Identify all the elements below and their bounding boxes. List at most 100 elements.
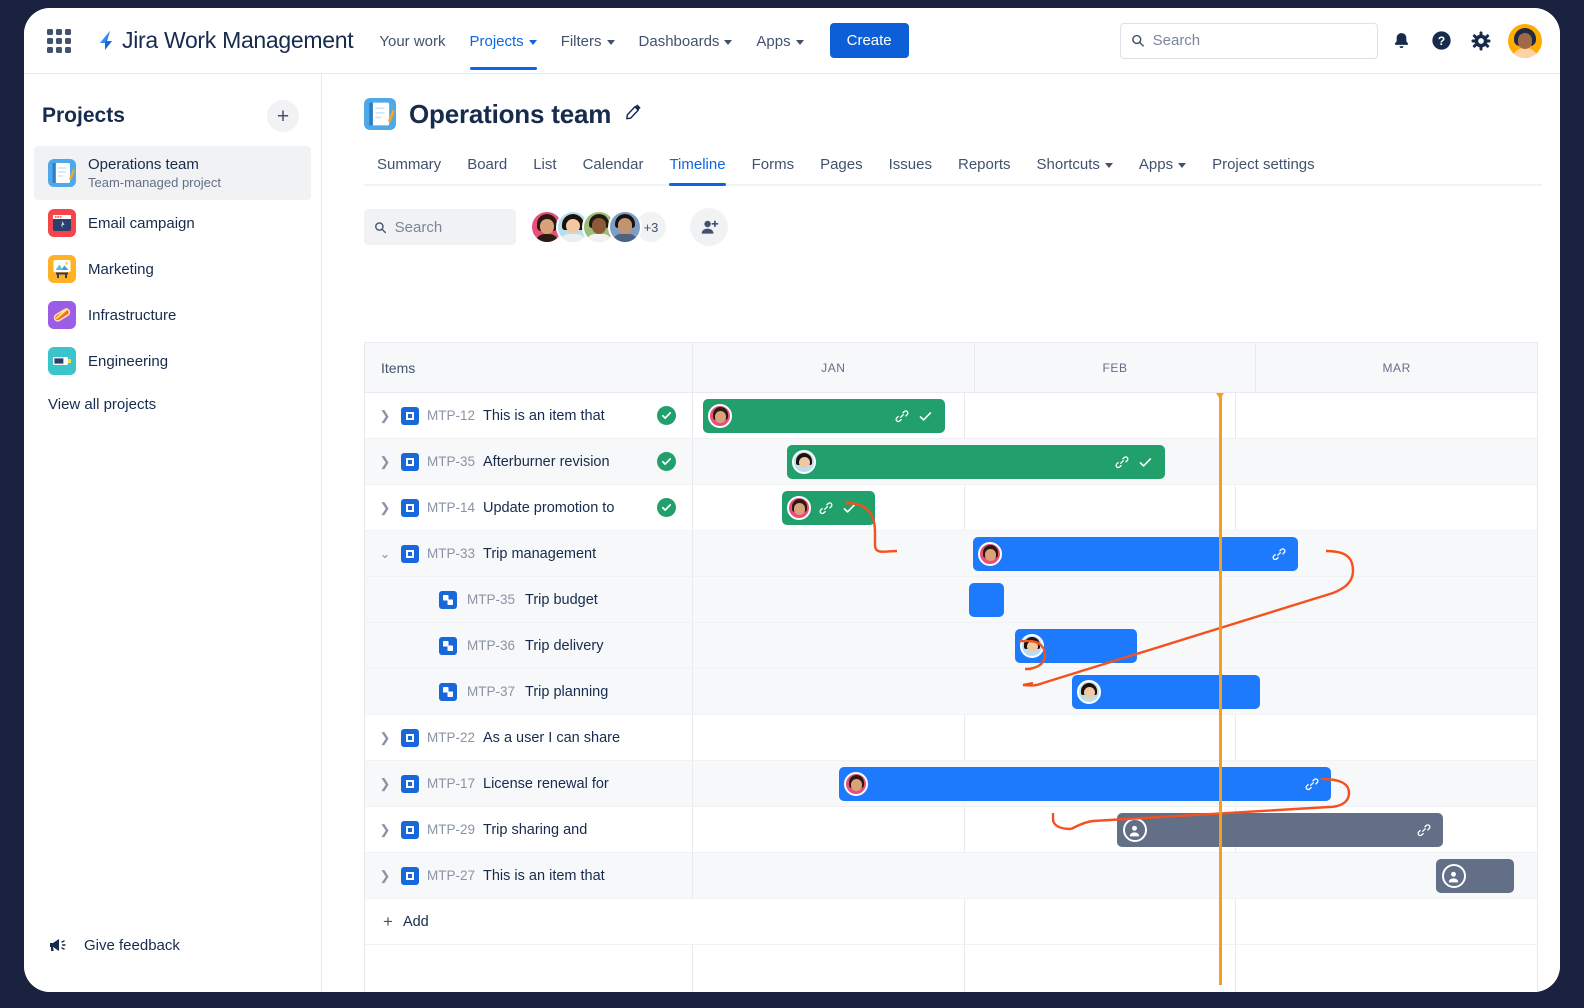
sidebar-item-email-campaign[interactable]: Email campaign [34,200,311,246]
notifications-bell-icon[interactable] [1384,24,1418,58]
row-item-cell[interactable]: ❯ MTP-12 This is an item that [365,393,693,438]
chevron-right-icon[interactable]: ❯ [377,868,393,884]
timeline-grid: Items JAN FEB MAR [364,342,1538,992]
brand-home-link[interactable]: Jira Work Management [90,27,353,54]
tab-calendar[interactable]: Calendar [570,146,657,184]
app-switcher-icon[interactable] [44,26,74,56]
tab-label: Reports [958,156,1011,173]
tab-board[interactable]: Board [454,146,520,184]
table-row[interactable]: ❯ MTP-17 License renewal for [365,761,1537,807]
sidebar-item-engineering[interactable]: Engineering [34,338,311,384]
nav-item-projects[interactable]: Projects [458,11,549,70]
gantt-bar-mtp-33[interactable] [973,537,1298,571]
gantt-bar-mtp-36[interactable] [1015,629,1137,663]
global-search-box[interactable] [1120,23,1378,59]
subtask-type-icon [439,683,457,701]
sidebar-item-marketing[interactable]: Marketing [34,246,311,292]
epic-type-icon [401,821,419,839]
table-row[interactable]: MTP-37 Trip planning [365,669,1537,715]
tab-issues[interactable]: Issues [876,146,945,184]
table-row[interactable]: ❯ MTP-22 As a user I can share [365,715,1537,761]
tab-shortcuts[interactable]: Shortcuts [1024,146,1126,184]
edit-project-icon[interactable] [624,102,643,126]
tab-label: Timeline [669,156,725,173]
gantt-bar-mtp-14[interactable] [782,491,875,525]
tab-timeline[interactable]: Timeline [656,146,738,184]
table-row[interactable]: ❯ MTP-27 This is an item that [365,853,1537,899]
unassigned-avatar-icon [1442,864,1466,888]
tab-pages[interactable]: Pages [807,146,876,184]
table-row[interactable]: ❯ MTP-35 Afterburner revision [365,439,1537,485]
timeline-search-box[interactable] [364,209,516,245]
issue-summary: This is an item that [483,868,605,884]
row-bars [693,669,1539,715]
table-row[interactable]: MTP-35 Trip budget [365,577,1537,623]
row-item-cell[interactable]: ❯ MTP-22 As a user I can share [365,715,693,760]
issue-key: MTP-35 [467,592,515,607]
month-header-jan: JAN [693,343,975,392]
row-item-cell[interactable]: ❯ MTP-17 License renewal for [365,761,693,806]
chevron-right-icon[interactable]: ❯ [377,408,393,424]
row-item-cell[interactable]: MTP-35 Trip budget [365,577,693,622]
row-item-cell[interactable]: ❯ MTP-14 Update promotion to [365,485,693,530]
table-row[interactable]: ⌄ MTP-33 Trip management [365,531,1537,577]
table-row[interactable]: ❯ MTP-14 Update promotion to [365,485,1537,531]
row-item-cell[interactable]: MTP-37 Trip planning [365,669,693,714]
issue-summary: Trip planning [525,684,608,700]
view-all-projects-link[interactable]: View all projects [24,384,321,425]
chevron-right-icon[interactable]: ❯ [377,776,393,792]
gantt-bar-mtp-29[interactable] [1117,813,1444,847]
chevron-right-icon[interactable]: ❯ [377,822,393,838]
settings-gear-icon[interactable] [1464,24,1498,58]
link-icon [1417,823,1431,837]
gantt-bar-mtp-35-epic[interactable] [787,445,1165,479]
nav-item-apps[interactable]: Apps [744,11,815,70]
sidebar-item-infrastructure[interactable]: Infrastructure [34,292,311,338]
table-row[interactable]: ❯ MTP-29 Trip sharing and [365,807,1537,853]
tab-summary[interactable]: Summary [364,146,454,184]
gantt-bar-mtp-37[interactable] [1072,675,1260,709]
global-search-input[interactable] [1153,32,1367,49]
row-item-cell[interactable]: MTP-36 Trip delivery [365,623,693,668]
chevron-down-icon[interactable]: ⌄ [377,546,393,562]
status-badge-done [657,498,676,517]
tab-reports[interactable]: Reports [945,146,1024,184]
add-people-button[interactable] [690,208,728,246]
month-header-mar: MAR [1256,343,1537,392]
timeline-search-input[interactable] [395,219,506,236]
create-project-button[interactable]: + [267,100,299,132]
help-icon[interactable]: ? [1424,24,1458,58]
project-icon-billboard [48,255,76,283]
gantt-bar-mtp-17[interactable] [839,767,1331,801]
avatar[interactable] [608,210,642,244]
nav-item-your-work[interactable]: Your work [367,11,457,70]
table-row[interactable]: MTP-36 Trip delivery [365,623,1537,669]
sidebar-item-operations-team[interactable]: Operations team Team-managed project [34,146,311,200]
add-item-row[interactable]: + Add [365,899,1537,945]
row-item-cell[interactable]: ❯ MTP-35 Afterburner revision [365,439,693,484]
create-button[interactable]: Create [830,23,909,58]
user-avatar[interactable] [1508,24,1542,58]
nav-item-dashboards[interactable]: Dashboards [627,11,745,70]
table-row[interactable]: ❯ MTP-12 This is an item that [365,393,1537,439]
gantt-bar-mtp-35-sub[interactable] [969,583,1005,617]
add-item-label: Add [403,914,429,930]
give-feedback-link[interactable]: Give feedback [48,936,180,954]
gantt-bar-mtp-12[interactable] [703,399,945,433]
chevron-right-icon[interactable]: ❯ [377,454,393,470]
main-content: Operations team Summary Board List Calen… [322,74,1560,992]
tab-apps[interactable]: Apps [1126,146,1199,184]
tab-list[interactable]: List [520,146,569,184]
tab-forms[interactable]: Forms [739,146,808,184]
row-item-cell[interactable]: ❯ MTP-27 This is an item that [365,853,693,898]
issue-summary: Trip sharing and [483,822,587,838]
tab-label: Shortcuts [1037,156,1100,173]
row-item-cell[interactable]: ⌄ MTP-33 Trip management [365,531,693,576]
nav-item-filters[interactable]: Filters [549,11,627,70]
row-item-cell[interactable]: ❯ MTP-29 Trip sharing and [365,807,693,852]
tab-project-settings[interactable]: Project settings [1199,146,1328,184]
chevron-right-icon[interactable]: ❯ [377,500,393,516]
gantt-bar-mtp-27[interactable] [1436,859,1514,893]
assignee-avatar [792,450,816,474]
chevron-right-icon[interactable]: ❯ [377,730,393,746]
